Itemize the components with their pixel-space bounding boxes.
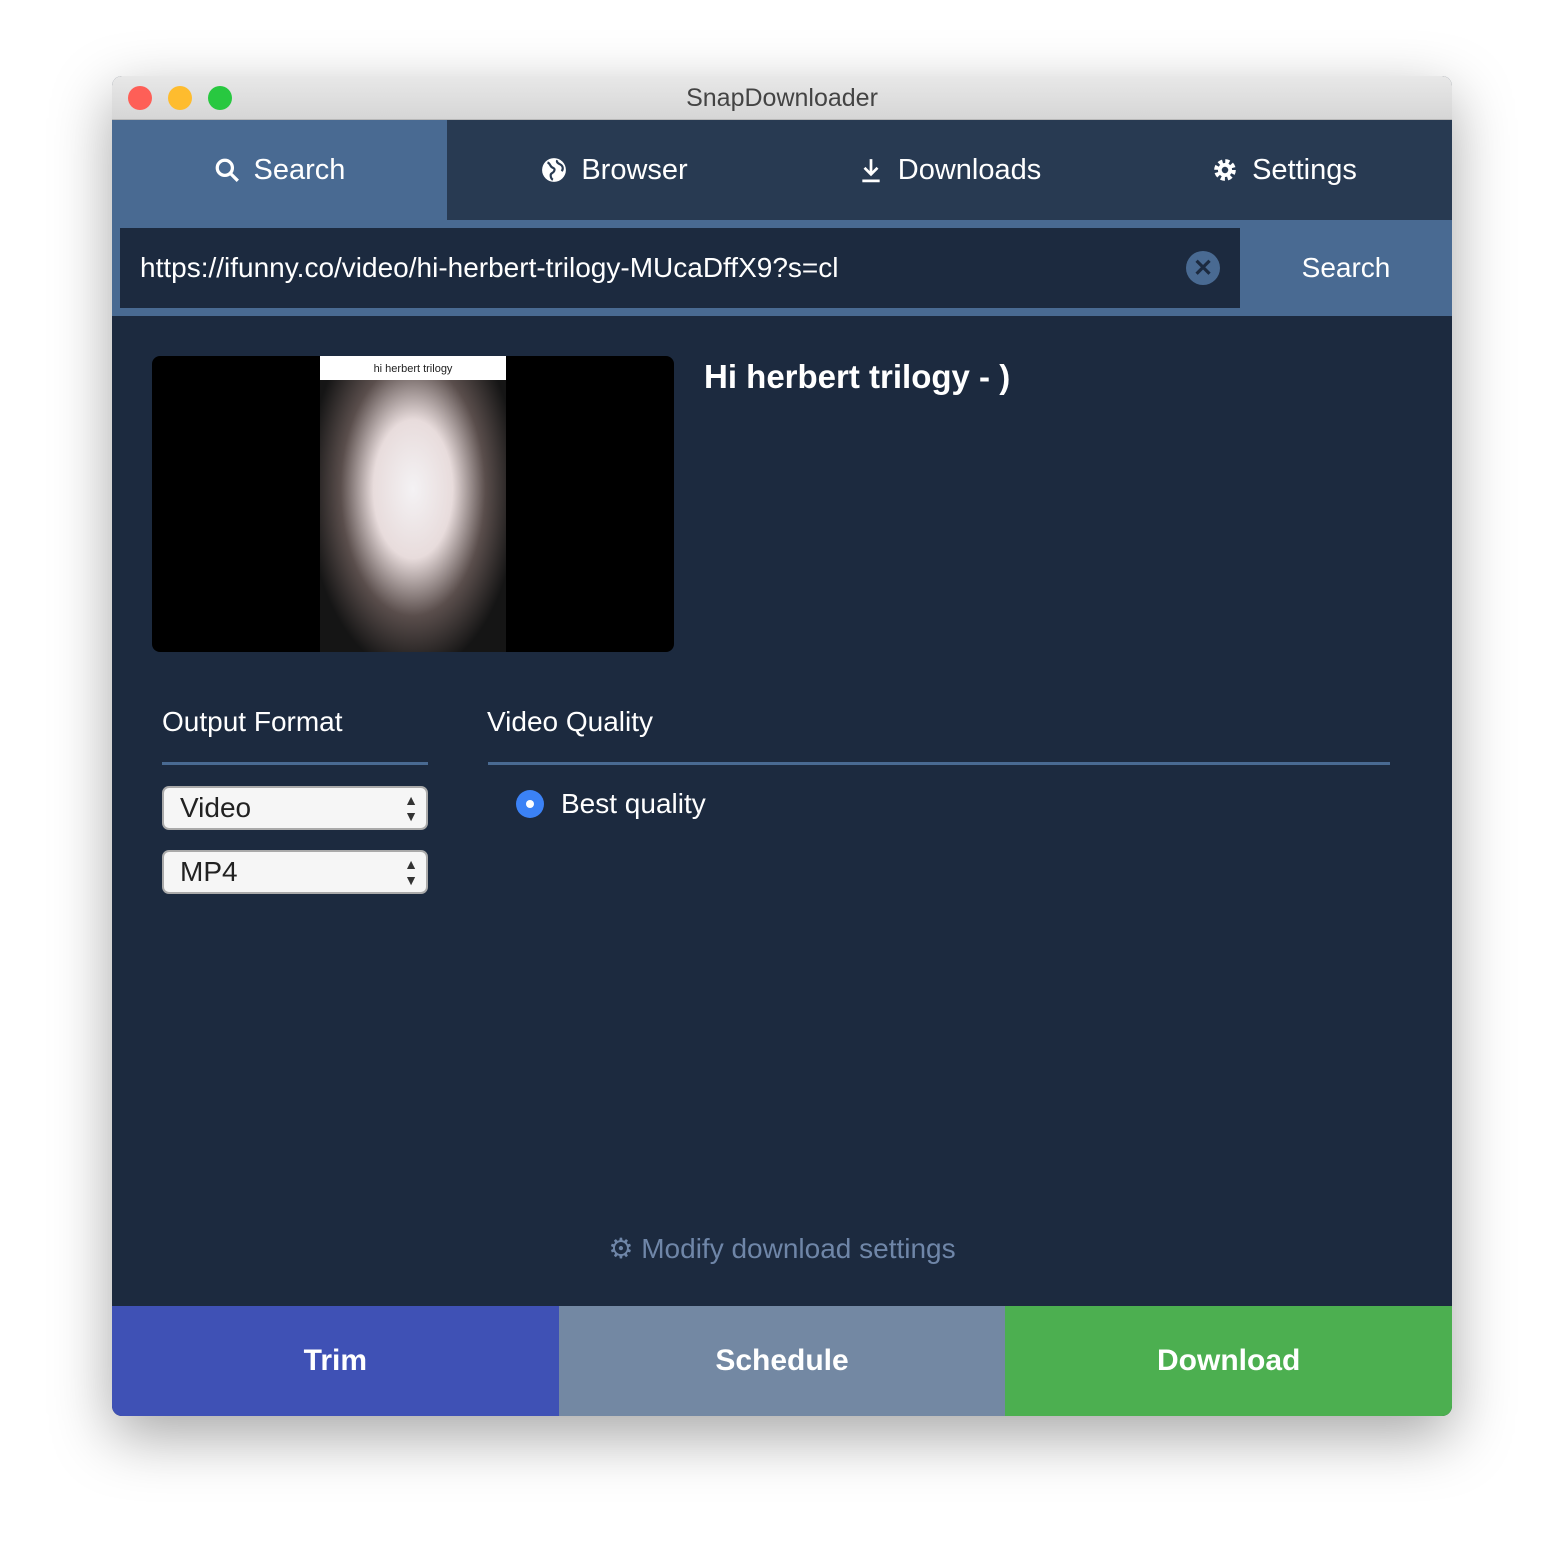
trim-button[interactable]: Trim	[112, 1306, 559, 1416]
modify-settings-label: Modify download settings	[641, 1233, 956, 1264]
modify-settings-link[interactable]: ⚙ Modify download settings	[112, 1232, 1452, 1265]
video-thumbnail: hi herbert trilogy	[152, 356, 674, 652]
format-type-select[interactable]: Video ▲ ▼	[162, 786, 428, 830]
container-value: MP4	[180, 856, 238, 887]
divider	[488, 762, 1390, 765]
tab-settings[interactable]: Settings	[1117, 120, 1452, 220]
download-icon	[862, 159, 880, 183]
tab-label: Browser	[581, 153, 688, 186]
zoom-window-button[interactable]	[208, 86, 232, 110]
main-tabs: Search Browser Downloads Settings	[112, 120, 1452, 220]
search-button[interactable]: Search	[1240, 252, 1452, 284]
format-type-value: Video	[180, 792, 252, 823]
thumbnail-caption: hi herbert trilogy	[320, 356, 506, 380]
video-quality-label: Video Quality	[487, 706, 654, 737]
schedule-button[interactable]: Schedule	[558, 1306, 1006, 1416]
tab-search[interactable]: Search	[112, 120, 447, 220]
tab-downloads[interactable]: Downloads	[782, 120, 1117, 220]
output-format-label: Output Format	[162, 706, 343, 737]
window-title: SnapDownloader	[686, 84, 878, 112]
tab-label: Settings	[1252, 153, 1357, 186]
best-quality-label: Best quality	[561, 788, 706, 819]
search-icon	[215, 158, 239, 182]
video-title: Hi herbert trilogy - )	[704, 358, 1011, 395]
gear-icon	[1214, 159, 1236, 181]
select-arrows-icon: ▲ ▼	[404, 792, 418, 824]
url-input-value: https://ifunny.co/video/hi-herbert-trilo…	[140, 252, 839, 283]
container-select[interactable]: MP4 ▲ ▼	[162, 850, 428, 894]
search-bar: https://ifunny.co/video/hi-herbert-trilo…	[112, 220, 1452, 316]
tab-browser[interactable]: Browser	[447, 120, 782, 220]
select-arrows-icon: ▲ ▼	[404, 856, 418, 888]
app-window: SnapDownloader Search Browser Downloads …	[112, 76, 1452, 1416]
globe-icon	[542, 158, 567, 182]
best-quality-radio[interactable]	[516, 790, 544, 818]
close-window-button[interactable]	[128, 86, 152, 110]
url-input[interactable]: https://ifunny.co/video/hi-herbert-trilo…	[120, 228, 1240, 308]
divider	[162, 762, 428, 765]
thumbnail-image: hi herbert trilogy	[320, 356, 506, 652]
download-button[interactable]: Download	[1005, 1306, 1452, 1416]
minimize-window-button[interactable]	[168, 86, 192, 110]
gear-icon: ⚙	[608, 1233, 634, 1264]
clear-icon[interactable]: ✕	[1186, 251, 1220, 285]
tab-label: Search	[253, 153, 346, 186]
title-bar: SnapDownloader	[112, 76, 1452, 120]
tab-label: Downloads	[897, 153, 1042, 186]
action-bar: Trim Schedule Download	[112, 1306, 1452, 1416]
